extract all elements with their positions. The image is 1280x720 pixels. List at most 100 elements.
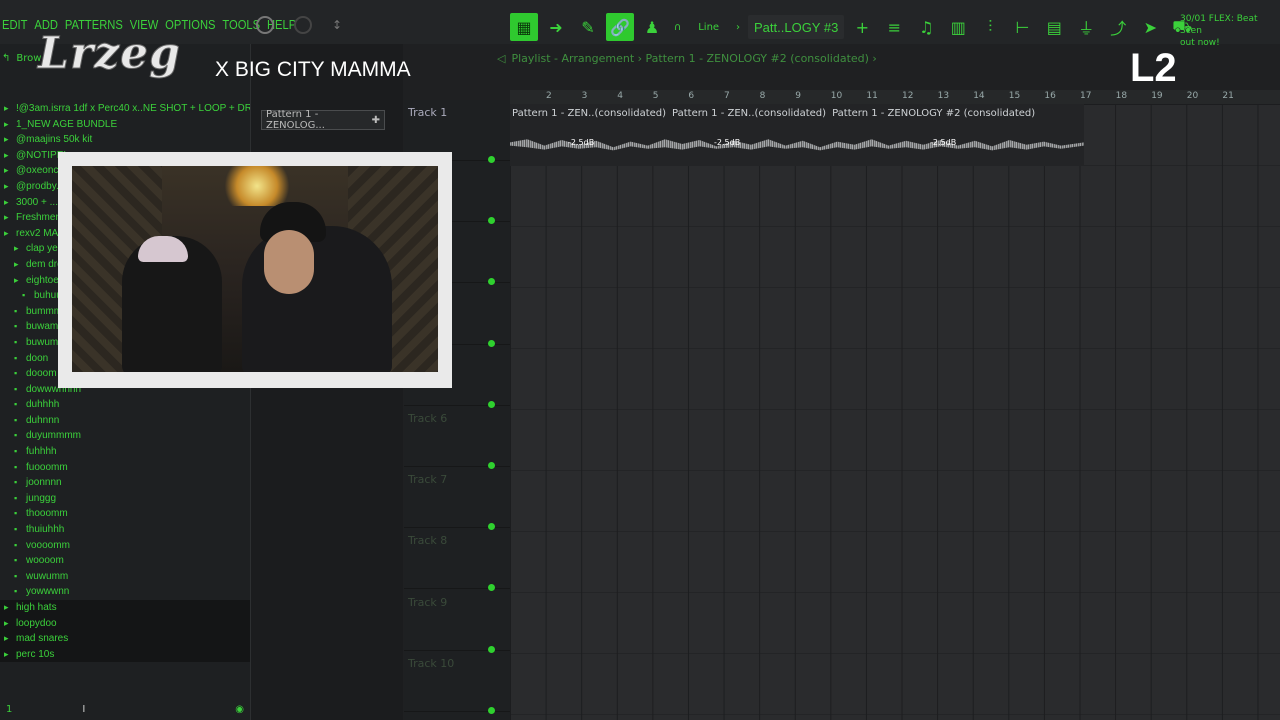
- bar-number: 2: [546, 91, 552, 101]
- snap-select[interactable]: ∩ Line ›: [670, 15, 744, 39]
- browser-item-label: wuwumm: [26, 570, 69, 582]
- link-icon[interactable]: 🔗: [606, 13, 634, 41]
- clip-gain-2: -2.5dB: [714, 138, 741, 147]
- browser-item[interactable]: ▪ yowwwnn: [0, 584, 250, 600]
- browser-item[interactable]: ▪ thuiuhhh: [0, 522, 250, 538]
- text-cursor-icon: I: [82, 703, 86, 715]
- channel-rack-icon[interactable]: ▥: [944, 13, 972, 41]
- browser-item[interactable]: ▪ woooom: [0, 553, 250, 569]
- browser-item[interactable]: ▸ mad snares: [0, 631, 250, 647]
- browser-item[interactable]: ▸ perc 10s: [0, 646, 250, 663]
- browser-item[interactable]: ▪ thooomm: [0, 506, 250, 522]
- browser-item-label: duyummmm: [26, 430, 82, 442]
- stamp-icon[interactable]: ♟: [638, 13, 666, 41]
- browser-item[interactable]: ▪ fuooomm: [0, 460, 250, 476]
- track-name: Track 6: [408, 412, 448, 425]
- bar-number: 4: [617, 91, 623, 101]
- plugin-icon[interactable]: ⏚: [1072, 13, 1100, 41]
- pattern-selector[interactable]: Patt..LOGY #3: [748, 15, 845, 39]
- browser-item[interactable]: ▪ duhnnn: [0, 413, 250, 429]
- playlist-title-text: Playlist - Arrangement › Pattern 1 - ZEN…: [511, 51, 877, 65]
- folder-icon: ▸: [14, 274, 19, 285]
- playlist-grid[interactable]: [510, 104, 1280, 720]
- master-pitch-knob[interactable]: [294, 16, 312, 34]
- draw-tool-icon[interactable]: ✎: [574, 13, 602, 41]
- browser-tree-icon[interactable]: ⊢: [1008, 13, 1036, 41]
- browser-item[interactable]: ▪ wuwumm: [0, 569, 250, 585]
- bar-number: 17: [1080, 91, 1092, 101]
- browser-item[interactable]: ▪ duhhhh: [0, 397, 250, 413]
- folder-icon: ▸: [4, 180, 9, 191]
- mixer-icon[interactable]: ≡: [880, 13, 908, 41]
- browser-item[interactable]: ▪ junggg: [0, 491, 250, 507]
- browser-item[interactable]: ▪ duyummmm: [0, 428, 250, 444]
- folder-icon: ▸: [4, 165, 9, 176]
- file-icon: ▪: [14, 508, 18, 519]
- bar-number: 13: [937, 91, 950, 101]
- browser-item[interactable]: ▪ voooomm: [0, 538, 250, 554]
- track-header[interactable]: Track 8: [404, 528, 510, 592]
- project-icon[interactable]: ▤: [1040, 13, 1068, 41]
- news-ticker[interactable]: 30/01 FLEX: Beat Scen out now!: [1180, 13, 1280, 49]
- track-mute-led[interactable]: [488, 706, 495, 714]
- browser-item[interactable]: ▪ joonnnn: [0, 475, 250, 491]
- file-icon: ▪: [14, 446, 18, 457]
- menu-tools[interactable]: TOOLS: [222, 17, 260, 32]
- menu-bar: EDIT ADD PATTERNS VIEW OPTIONS TOOLS HELP ↕ ▦ …: [0, 0, 1280, 48]
- playlist-view-button[interactable]: ▦: [510, 13, 538, 41]
- speaker-icon: ◁: [497, 51, 506, 65]
- folder-icon: ▸: [4, 617, 9, 628]
- bar-number: 15: [1008, 91, 1021, 101]
- add-pattern-icon[interactable]: +: [848, 13, 876, 41]
- browser-item-label: 3000 + ...: [16, 196, 58, 208]
- browser-item[interactable]: ▪ fuhhhh: [0, 444, 250, 460]
- browser-item[interactable]: ▸ loopydoo: [0, 615, 250, 632]
- browser-item-label: duhhhh: [26, 399, 60, 411]
- pitch-icon: ↕: [332, 18, 343, 32]
- file-icon: ▪: [14, 430, 18, 441]
- track-header[interactable]: Track 6: [404, 406, 510, 469]
- folder-icon: ▸: [4, 134, 9, 145]
- file-icon: ▪: [14, 305, 18, 316]
- export-icon[interactable]: ➤: [1136, 13, 1164, 41]
- bar-number: 10: [830, 91, 843, 101]
- stream-title: X BIG CITY MAMMA: [215, 58, 411, 81]
- browser-footer-count: 1: [6, 703, 13, 715]
- browser-item[interactable]: ▸ 1_NEW AGE BUNDLE: [0, 117, 250, 133]
- folder-icon: ▸: [4, 149, 9, 160]
- track-header[interactable]: Track 7: [404, 467, 510, 531]
- browser-item-label: doon: [26, 352, 49, 364]
- webcam-feed: [72, 166, 438, 372]
- clip-labels: Pattern 1 - ZEN..(consolidated) Pattern 1…: [512, 108, 1035, 119]
- track-header[interactable]: Track 9: [404, 590, 510, 653]
- browser-item-label: @maajins 50k kit: [16, 134, 93, 146]
- settings-icon[interactable]: ◉: [235, 704, 244, 715]
- arrow-left-icon[interactable]: ↰: [2, 53, 10, 64]
- browser-item-label: buwam: [26, 321, 59, 333]
- browser-item[interactable]: ▸ high hats: [0, 600, 250, 616]
- browser-footer: 1 I ◉: [0, 698, 250, 720]
- bar-number: 18: [1115, 91, 1128, 101]
- bar-number: 7: [724, 91, 730, 101]
- master-volume-knob[interactable]: [256, 16, 274, 34]
- menu-edit[interactable]: EDIT: [2, 17, 27, 32]
- bar-number: 21: [1222, 91, 1234, 101]
- file-icon: ▪: [14, 492, 18, 503]
- file-icon: ▪: [14, 570, 18, 581]
- arrow-right-icon[interactable]: ➜: [542, 13, 570, 41]
- audio-clip[interactable]: Pattern 1 - ZEN..(consolidated) Pattern 1…: [510, 104, 1084, 166]
- track-header[interactable]: Track 10: [404, 651, 510, 714]
- webcam-overlay: [58, 152, 452, 388]
- mixer-faders-icon[interactable]: ⫶: [976, 13, 1004, 41]
- folder-icon: ▸: [14, 258, 19, 269]
- tempo-icon[interactable]: ⤴: [1104, 13, 1132, 41]
- track-name: Track 10: [408, 656, 455, 670]
- bar-number: 16: [1044, 91, 1056, 101]
- timeline-ruler[interactable]: 2 3 4 5 6 7 8 9 10 11 12 13 14 15 16 17 18 19 20 21: [510, 90, 1280, 104]
- track-name: Track 9: [408, 595, 448, 609]
- magnet-icon: ∩: [674, 21, 682, 33]
- piano-roll-icon[interactable]: ♫: [912, 13, 940, 41]
- browser-item[interactable]: ▸ @maajins 50k kit: [0, 132, 250, 148]
- pattern-list-item[interactable]: Pattern 1 - ZENOLOG... ✚: [261, 109, 385, 131]
- browser-item[interactable]: ▸ !@3am.isrra 1df x Perc40 x..NE SHOT + L…: [0, 101, 250, 117]
